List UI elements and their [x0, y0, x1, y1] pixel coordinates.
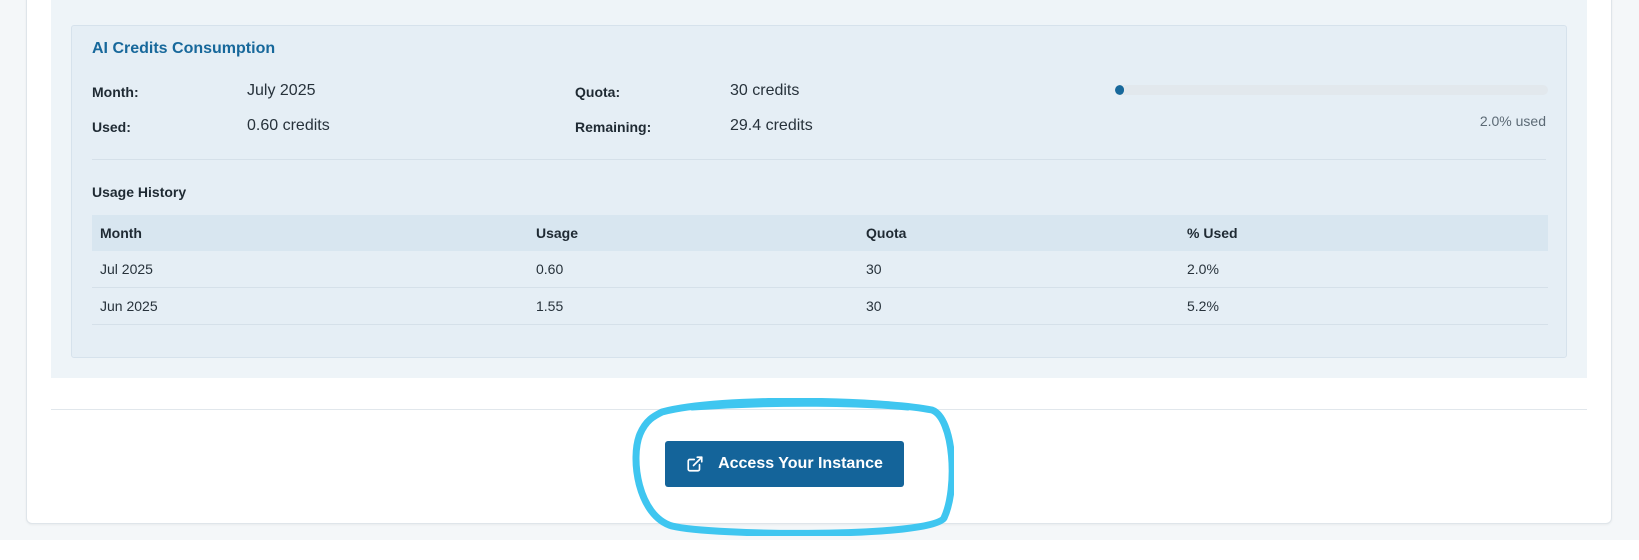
used-label: Used: — [92, 119, 131, 135]
used-value: 0.60 credits — [247, 117, 330, 134]
cell-percent-used: 5.2% — [1179, 287, 1548, 325]
quota-value: 30 credits — [730, 82, 800, 99]
usage-progress-bar — [1115, 85, 1548, 95]
column-header-month: Month — [92, 215, 528, 251]
usage-history-table: Month Usage Quota % Used Jul 2025 0.60 3… — [92, 215, 1548, 325]
cell-quota: 30 — [858, 287, 1179, 325]
cell-usage: 1.55 — [528, 287, 858, 325]
instance-card: AI Credits Consumption Month: July 2025 … — [26, 0, 1612, 524]
usage-history-title: Usage History — [92, 184, 187, 200]
page-background — [0, 540, 1639, 560]
usage-percent-label: 2.0% used — [1479, 113, 1546, 129]
table-header-row: Month Usage Quota % Used — [92, 215, 1548, 251]
credits-section: AI Credits Consumption Month: July 2025 … — [51, 0, 1587, 378]
table-row: Jul 2025 0.60 30 2.0% — [92, 251, 1548, 288]
column-header-quota: Quota — [858, 215, 1179, 251]
table-row: Jun 2025 1.55 30 5.2% — [92, 287, 1548, 325]
cell-percent-used: 2.0% — [1179, 251, 1548, 288]
credits-title: AI Credits Consumption — [92, 40, 276, 57]
external-link-icon — [686, 455, 704, 473]
month-label: Month: — [92, 84, 139, 100]
access-instance-button[interactable]: Access Your Instance — [665, 441, 904, 487]
cell-usage: 0.60 — [528, 251, 858, 288]
cell-month: Jul 2025 — [92, 251, 528, 288]
quota-label: Quota: — [575, 84, 621, 100]
section-divider — [92, 159, 1546, 160]
usage-progress-fill — [1115, 85, 1124, 95]
column-header-usage: Usage — [528, 215, 858, 251]
footer-divider — [51, 409, 1587, 410]
cell-month: Jun 2025 — [92, 287, 528, 325]
column-header-percent-used: % Used — [1179, 215, 1548, 251]
cell-quota: 30 — [858, 251, 1179, 288]
remaining-label: Remaining: — [575, 119, 652, 135]
access-instance-button-label: Access Your Instance — [718, 455, 883, 472]
month-value: July 2025 — [247, 82, 316, 99]
remaining-value: 29.4 credits — [730, 117, 813, 134]
ai-credits-panel: AI Credits Consumption Month: July 2025 … — [71, 25, 1567, 358]
